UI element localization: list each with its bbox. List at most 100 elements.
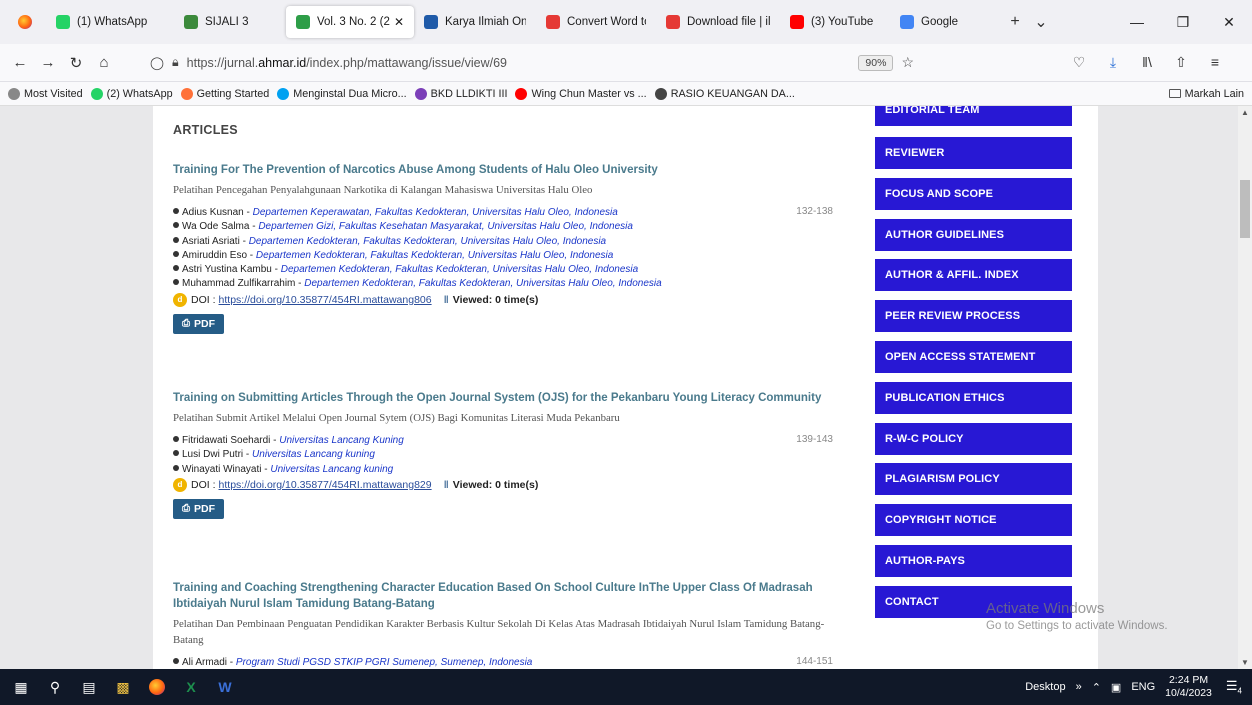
clock[interactable]: 2:24 PM 10/4/2023 [1165,674,1212,700]
author-name: Ali Armadi [182,657,228,668]
sidebar-link[interactable]: R-W-C POLICY [875,423,1072,455]
bullet-icon [173,222,179,229]
new-tab-icon[interactable]: + [1002,13,1028,31]
browser-tab[interactable]: Download file | il [656,6,780,38]
home-icon[interactable]: ⌂ [90,54,118,71]
section-title: ARTICLES [173,123,238,137]
word-icon[interactable]: W [208,669,242,705]
browser-tab[interactable]: Karya Ilmiah Onli [414,6,536,38]
excel-icon[interactable]: X [174,669,208,705]
sidebar-link[interactable]: OPEN ACCESS STATEMENT [875,341,1072,373]
star-icon[interactable]: ☆ [901,54,914,71]
article-subtitle: Pelatihan Pencegahan Penyalahgunaan Nark… [173,184,593,196]
browser-tab[interactable]: (3) YouTube [780,6,890,38]
doi-logo-icon: d [173,477,187,492]
reload-icon[interactable]: ↻ [62,54,90,72]
article-title-link[interactable]: Training and Coaching Strengthening Char… [173,580,833,612]
author-separator: - [295,278,305,290]
task-view-icon[interactable]: ▤ [72,669,106,705]
vertical-scrollbar[interactable]: ▲ ▼ [1238,106,1252,669]
bookmark-label: Menginstal Dua Micro... [293,87,407,100]
bullet-icon [173,279,179,286]
sidebar-link[interactable]: PEER REVIEW PROCESS [875,300,1072,332]
notification-icon[interactable]: ☰4 [1226,678,1242,696]
browser-tab[interactable]: (1) WhatsApp [46,6,174,38]
tab-list-chevron-icon[interactable]: ⌄ [1028,12,1054,32]
search-icon[interactable]: ⚲ [38,669,72,705]
doi-label: DOI : [191,293,216,306]
close-tab-icon[interactable]: ✕ [394,15,404,29]
sidebar-link[interactable]: EDITORIAL TEAM [875,106,1072,126]
chevron-right-icon[interactable]: » [1076,681,1082,693]
windows-start-icon[interactable]: ▦ [4,669,38,705]
scroll-down-icon[interactable]: ▼ [1238,658,1252,667]
close-window-icon[interactable]: ✕ [1206,14,1252,31]
author-list: 132-138 Adius Kusnan - Departemen Keperaw… [173,206,833,292]
bookmark-item[interactable]: Wing Chun Master vs ... [515,87,647,100]
bookmark-item[interactable]: Menginstal Dua Micro... [277,87,407,100]
browser-tab[interactable]: Convert Word to [536,6,656,38]
bookmark-item[interactable]: RASIO KEUANGAN DA... [654,87,795,100]
sidebar-link[interactable]: AUTHOR GUIDELINES [875,219,1072,251]
firefox-icon[interactable] [18,15,32,29]
browser-tab[interactable]: SIJALI 3 [174,6,286,38]
article-title-link[interactable]: Training For The Prevention of Narcotics… [173,162,833,178]
file-explorer-icon[interactable]: ▩ [106,669,140,705]
tab-title: (1) WhatsApp [77,16,148,28]
windows-taskbar: ▦ ⚲ ▤ ▩ X W Desktop » ⌃ ▣ ENG 2:24 PM 10… [0,669,1252,705]
forward-icon[interactable]: → [34,54,62,71]
article-title-link[interactable]: Training on Submitting Articles Through … [173,390,833,406]
sidebar-link[interactable]: PUBLICATION ETHICS [875,382,1072,414]
browser-tab[interactable]: Google [890,6,1000,38]
bookmark-item[interactable]: Getting Started [180,87,269,100]
minimize-icon[interactable]: — [1114,14,1160,30]
bookmark-item[interactable]: BKD LLDIKTI III [414,87,507,100]
pdf-button[interactable]: ⎙ PDF [173,313,224,334]
sidebar-link[interactable]: AUTHOR-PAYS [875,545,1072,577]
author-separator: - [247,249,256,261]
address-bar[interactable]: ◯ 🔒︎ https://jurnal.ahmar.id/index.php/m… [142,49,922,77]
download-icon[interactable]: ⤓ [1096,54,1130,71]
url-domain: ahmar.id [258,55,307,70]
tab-bar: (1) WhatsApp SIJALI 3 Vol. 3 No. 2 (2 ✕ Kar… [0,0,1252,44]
library-icon[interactable]: ‖\ [1130,54,1164,71]
network-icon[interactable]: ▣ [1111,681,1121,694]
author-affiliation: Departemen Keperawatan, Fakultas Kedokte… [252,207,618,218]
bullet-icon [173,658,179,664]
sidebar-link[interactable]: COPYRIGHT NOTICE [875,504,1072,536]
url-path: /index.php/mattawang/issue/view/69 [306,55,507,70]
restore-icon[interactable]: ❐ [1160,14,1206,31]
share-icon[interactable]: ⇧ [1164,54,1198,71]
sidebar-link[interactable]: REVIEWER [875,137,1072,169]
browser-tab[interactable]: Vol. 3 No. 2 (2 ✕ [286,6,414,38]
scroll-thumb[interactable] [1240,180,1250,238]
sidebar-link[interactable]: PLAGIARISM POLICY [875,463,1072,495]
desktop-toolbar[interactable]: Desktop [1025,681,1065,693]
zoom-level[interactable]: 90% [858,54,894,71]
author-row: Adius Kusnan - Departemen Keperawatan, F… [173,206,833,220]
shield-icon[interactable]: ◯ [150,55,164,70]
lock-icon[interactable]: 🔒︎ [172,55,179,70]
firefox-taskbar-icon[interactable] [140,669,174,705]
back-icon[interactable]: ← [6,54,34,71]
author-row: Ali Armadi - Program Studi PGSD STKIP PG… [173,656,833,669]
scroll-up-icon[interactable]: ▲ [1238,108,1252,117]
pdf-button[interactable]: ⎙ PDF [173,498,224,519]
language-indicator[interactable]: ENG [1131,681,1155,693]
bookmark-item[interactable]: (2) WhatsApp [90,87,173,100]
sidebar-link[interactable]: AUTHOR & AFFIL. INDEX [875,259,1072,291]
doi-link[interactable]: https://doi.org/10.35877/454RI.mattawang… [219,294,432,306]
bookmark-label: (2) WhatsApp [106,87,173,100]
doi-row: d DOI : https://doi.org/10.35877/454RI.mat… [173,477,833,492]
author-separator: - [270,435,280,446]
menu-icon[interactable]: ≡ [1198,54,1232,71]
view-count: Ⅱ Viewed: 0 time(s) [444,479,539,491]
pocket-icon[interactable]: ♡ [1062,54,1096,71]
other-bookmarks[interactable]: Markah Lain [1168,88,1244,100]
author-name: Adius Kusnan [182,207,244,218]
tray-up-icon[interactable]: ⌃ [1092,681,1101,694]
sidebar-link[interactable]: FOCUS AND SCOPE [875,178,1072,210]
url-text[interactable]: https://jurnal.ahmar.id/index.php/mattaw… [187,56,507,70]
doi-link[interactable]: https://doi.org/10.35877/454RI.mattawang… [219,479,432,491]
bookmark-item[interactable]: Most Visited [8,87,83,100]
